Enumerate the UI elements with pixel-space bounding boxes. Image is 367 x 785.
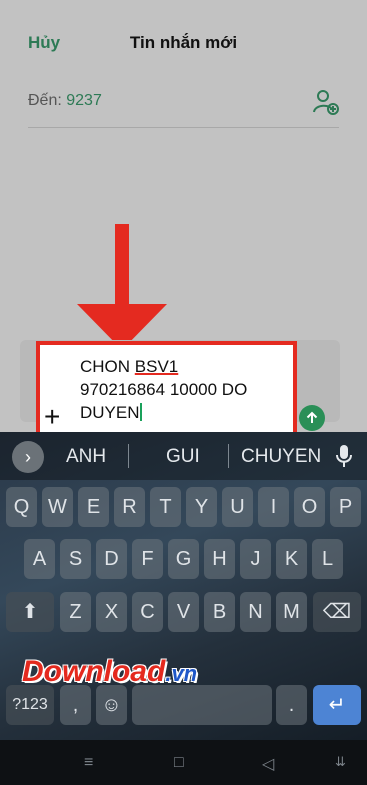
misspelled-word: BSV1 [134,357,179,376]
backspace-key-icon[interactable]: ⌫ [313,592,361,632]
attach-plus-icon[interactable]: + [44,403,60,431]
key-j[interactable]: J [240,539,271,579]
key-f[interactable]: F [132,539,163,579]
enter-key-icon[interactable]: ↵ [313,685,361,725]
message-line-3: DUYEN [80,403,140,422]
key-o[interactable]: O [294,487,325,527]
key-row-2: A S D F G H J K L [0,539,367,585]
menu-icon[interactable]: ≡ [84,754,93,772]
key-m[interactable]: M [276,592,307,632]
suggestion-bar: › ANH GUI CHUYEN [0,432,367,480]
shift-key-icon[interactable]: ⬆ [6,592,54,632]
key-e[interactable]: E [78,487,109,527]
suggestion-2[interactable]: GUI [166,446,200,468]
suggestion-1[interactable]: ANH [66,446,106,468]
send-arrow-icon [306,411,318,423]
text-cursor [139,403,142,421]
key-row-4: ?123 , ☺ . ↵ [0,685,367,731]
key-c[interactable]: C [132,592,163,632]
key-k[interactable]: K [276,539,307,579]
suggestion-3[interactable]: CHUYEN [241,446,321,468]
message-input[interactable]: CHON BSV1 970216864 10000 DO DUYEN + [36,341,297,437]
back-icon[interactable]: ◁ [262,754,274,774]
recipient-number: 9237 [66,92,102,109]
divider [228,444,229,468]
header: Hủy Tin nhắn mới [0,0,367,80]
key-d[interactable]: D [96,539,127,579]
key-g[interactable]: G [168,539,199,579]
recipient-row[interactable]: Đến: 9237 [28,92,102,110]
key-s[interactable]: S [60,539,91,579]
microphone-icon[interactable] [335,444,353,468]
key-x[interactable]: X [96,592,127,632]
expand-chevron-icon[interactable]: › [12,441,44,473]
key-a[interactable]: A [24,539,55,579]
keyboard: › ANH GUI CHUYEN Q W E R T Y U I O P A S… [0,432,367,785]
message-line-2: 970216864 10000 DO [80,380,248,399]
watermark-text: Download [22,655,166,688]
add-contact-icon[interactable] [312,88,340,116]
watermark-suffix: .vn [165,661,198,686]
space-bar[interactable] [132,685,272,725]
key-row-1: Q W E R T Y U I O P [0,487,367,533]
key-y[interactable]: Y [186,487,217,527]
message-text: CHON BSV1 970216864 10000 DO DUYEN [80,355,295,424]
key-i[interactable]: I [258,487,289,527]
system-nav-bar: ≡ □ ◁ ⇊ [0,740,367,785]
key-b[interactable]: B [204,592,235,632]
collapse-keyboard-icon[interactable]: ⇊ [335,754,346,770]
key-t[interactable]: T [150,487,181,527]
download-vn-watermark: Download.vn [22,655,197,689]
divider [128,444,129,468]
comma-key[interactable]: , [60,685,91,725]
recipient-label: Đến: [28,92,62,109]
message-line-1: CHON [80,357,135,376]
key-u[interactable]: U [222,487,253,527]
message-compose-screen: Hủy Tin nhắn mới Đến: 9237 CHON BSV1 970… [0,0,367,437]
key-n[interactable]: N [240,592,271,632]
key-z[interactable]: Z [60,592,91,632]
home-icon[interactable]: □ [174,754,184,772]
key-q[interactable]: Q [6,487,37,527]
key-v[interactable]: V [168,592,199,632]
period-key[interactable]: . [276,685,307,725]
key-r[interactable]: R [114,487,145,527]
emoji-key-icon[interactable]: ☺ [96,685,127,725]
key-h[interactable]: H [204,539,235,579]
divider [28,127,339,128]
key-l[interactable]: L [312,539,343,579]
red-arrow-icon [77,224,167,350]
key-w[interactable]: W [42,487,73,527]
symbols-key[interactable]: ?123 [6,685,54,725]
send-button[interactable] [299,405,325,431]
key-row-3: ⬆ Z X C V B N M ⌫ [0,592,367,638]
page-title: Tin nhắn mới [129,33,238,52]
key-p[interactable]: P [330,487,361,527]
